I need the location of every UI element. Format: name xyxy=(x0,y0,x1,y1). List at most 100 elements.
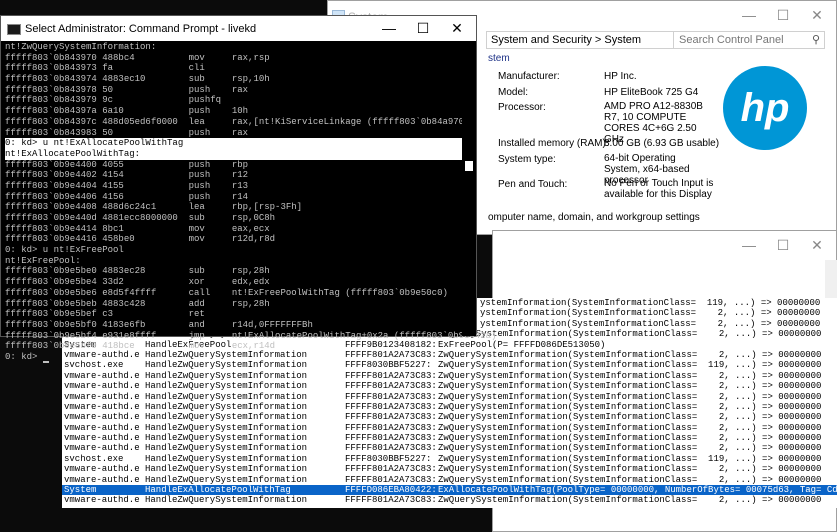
minimize-button[interactable]: — xyxy=(372,16,406,41)
address-cell: FFFFF801A2A73C83: xyxy=(345,412,437,423)
spec-value: No Pen or Touch Input is available for t… xyxy=(604,178,714,200)
call-cell: ZwQuerySystemInformation(SystemInformati… xyxy=(438,412,822,423)
address-cell: FFFFF801A2A73C83: xyxy=(345,443,437,454)
console-cursor xyxy=(42,360,49,363)
settings-heading: omputer name, domain, and workgroup sett… xyxy=(488,212,700,223)
address-cell: FFFFD086EBA80422: xyxy=(345,485,437,496)
table-row[interactable]: vmware-authd.e HandleZwQuerySystemInforma… xyxy=(62,443,837,453)
call-cell: ystemInformation(SystemInformationClass=… xyxy=(480,308,821,319)
process-cell: vmware-authd.e xyxy=(64,391,140,402)
handler-cell: HandleZwQuerySystemInformation xyxy=(145,464,308,475)
call-cell: ZwQuerySystemInformation(SystemInformati… xyxy=(438,401,822,412)
maximize-button[interactable]: ☐ xyxy=(766,1,800,29)
handler-cell: HandleZwQuerySystemInformation xyxy=(145,401,308,412)
close-button[interactable]: ✕ xyxy=(440,16,474,41)
call-cell: ZwQuerySystemInformation(SystemInformati… xyxy=(438,381,822,392)
cmd-window-icon xyxy=(7,24,21,35)
process-cell: vmware-authd.e xyxy=(64,370,140,381)
address-cell: FFFFF801A2A73C83: xyxy=(345,370,437,381)
address-cell: FFFFF801A2A73C83: xyxy=(345,381,437,392)
call-cell: ZwQuerySystemInformation(SystemInformati… xyxy=(438,349,822,360)
watermark-build: Evaluation copy. Build 17713.rs5_release… xyxy=(608,520,830,530)
table-row[interactable]: vmware-authd.e HandleZwQuerySystemInforma… xyxy=(62,433,837,443)
console-line: nt!ZwQuerySystemInformation: xyxy=(5,42,157,52)
address-cell: FFFFF801A2A73C83: xyxy=(345,474,437,485)
table-row[interactable]: vmware-authd.e HandleZwQuerySystemInforma… xyxy=(62,495,837,505)
handler-cell: HandleZwQuerySystemInformation xyxy=(145,453,308,464)
process-cell: System xyxy=(64,485,97,496)
watermark-edition: Windows 10 Pro xyxy=(756,507,829,518)
cmd-window: Select Administrator: Command Prompt - l… xyxy=(0,15,496,363)
console-line: 0: kd> u nt!ExFreePool xyxy=(5,245,124,256)
address-cell: FFFFF801A2A73C83: xyxy=(345,433,437,444)
call-cell: ZwQuerySystemInformation(SystemInformati… xyxy=(438,370,822,381)
console-line: fffff803`0b84397c 488d05ed6f0000 lea rax… xyxy=(5,116,475,127)
call-cell: ZwQuerySystemInformation(SystemInformati… xyxy=(438,443,822,454)
handler-cell: HandleZwQuerySystemInformation xyxy=(145,474,308,485)
close-button[interactable]: ✕ xyxy=(800,1,834,29)
console-line: fffff803`0b9e4400 4055 push rbp xyxy=(5,159,249,170)
process-cell: vmware-authd.e xyxy=(64,474,140,485)
handler-cell: HandleZwQuerySystemInformation xyxy=(145,381,308,392)
process-cell: vmware-authd.e xyxy=(64,401,140,412)
call-cell: ZwQuerySystemInformation(SystemInformati… xyxy=(438,391,822,402)
address-cell: FFFFF801A2A73C83: xyxy=(345,422,437,433)
call-cell: ZwQuerySystemInformation(SystemInformati… xyxy=(438,422,822,433)
address-cell: FFFFF801A2A73C83: xyxy=(345,391,437,402)
table-row[interactable]: vmware-authd.e HandleZwQuerySystemInforma… xyxy=(62,412,837,422)
cmd-window-title: Select Administrator: Command Prompt - l… xyxy=(25,23,257,35)
console-output[interactable]: nt!ZwQuerySystemInformation: fffff803`0b8… xyxy=(5,42,497,363)
console-line: nt!ExAllocatePoolWithTag: xyxy=(5,148,465,160)
spec-value: 8.00 GB (6.93 GB usable) xyxy=(604,138,720,149)
console-line: fffff803`0b9e5bef c3 ret xyxy=(5,309,205,320)
console-line: fffff803`0b843983 50 push rax xyxy=(5,127,249,138)
process-cell: svchost.exe xyxy=(64,453,124,464)
console-scrollbar[interactable] xyxy=(462,41,476,336)
handler-cell: HandleZwQuerySystemInformation xyxy=(145,370,308,381)
handler-cell: HandleZwQuerySystemInformation xyxy=(145,391,308,402)
call-cell: ExAllocatePoolWithTag(PoolType= 00000000… xyxy=(438,485,837,496)
call-cell: ZwQuerySystemInformation(SystemInformati… xyxy=(438,464,822,475)
call-cell: ZwQuerySystemInformation(SystemInformati… xyxy=(438,433,822,444)
console-line: fffff803`0b9e5beb 4883c428 add rsp,28h xyxy=(5,298,270,309)
table-row[interactable]: vmware-authd.e HandleZwQuerySystemInforma… xyxy=(62,423,837,433)
handler-cell: HandleZwQuerySystemInformation xyxy=(145,433,308,444)
process-cell: vmware-authd.e xyxy=(64,495,140,506)
maximize-button[interactable]: ☐ xyxy=(406,16,440,41)
table-row[interactable]: System HandleExAllocatePoolWithTag FFFFD08… xyxy=(62,485,837,496)
section-heading: stem xyxy=(488,53,510,64)
table-row[interactable]: vmware-authd.e HandleZwQuerySystemInforma… xyxy=(62,475,837,485)
spec-label: Installed memory (RAM): xyxy=(498,138,609,149)
maximize-button[interactable]: ☐ xyxy=(766,231,800,259)
console-line: fffff803`0b9e5bf4 e931e8ffff jmp nt!ExAl… xyxy=(5,330,497,341)
table-row[interactable]: vmware-authd.e HandleZwQuerySystemInforma… xyxy=(62,381,837,391)
search-input[interactable]: Search Control Panel ⚲ xyxy=(673,31,825,49)
search-icon[interactable]: ⚲ xyxy=(812,32,820,48)
handler-cell: HandleExAllocatePoolWithTag xyxy=(145,485,291,496)
process-cell: vmware-authd.e xyxy=(64,412,140,423)
scrollbar-thumb[interactable] xyxy=(465,161,473,171)
close-button[interactable]: ✕ xyxy=(800,231,834,259)
console-line: fffff803`0b9e5be0 4883ec28 sub rsp,28h xyxy=(5,266,270,277)
table-row[interactable]: svchost.exe HandleZwQuerySystemInformatio… xyxy=(62,454,837,464)
minimize-button[interactable]: — xyxy=(732,231,766,259)
console-line: fffff803`0b9e5be6 e8d5f4ffff call nt!ExF… xyxy=(5,287,448,298)
table-row[interactable]: vmware-authd.e HandleZwQuerySystemInforma… xyxy=(62,464,837,474)
console-line: fffff803`0b9e4406 4156 push r14 xyxy=(5,191,249,202)
spec-label: Model: xyxy=(498,87,529,98)
console-line: 0: kd> xyxy=(5,352,465,363)
console-line: fffff803`0b843973 fa cli xyxy=(5,63,205,74)
spec-label: Pen and Touch: xyxy=(498,179,568,190)
table-row[interactable]: vmware-authd.e HandleZwQuerySystemInforma… xyxy=(62,371,837,381)
console-line: fffff803`0b843978 50 push rax xyxy=(5,84,249,95)
address-cell: FFFFF801A2A73C83: xyxy=(345,464,437,475)
table-row[interactable]: vmware-authd.e HandleZwQuerySystemInforma… xyxy=(62,402,837,412)
console-line: fffff803`0b9e4404 4155 push r13 xyxy=(5,180,249,191)
console-line: fffff803`0b843974 4883ec10 sub rsp,10h xyxy=(5,74,270,85)
table-row[interactable]: vmware-authd.e HandleZwQuerySystemInforma… xyxy=(62,392,837,402)
minimize-button[interactable]: — xyxy=(732,1,766,29)
cmd-titlebar: Select Administrator: Command Prompt - l… xyxy=(1,16,476,41)
console-line: nt!ExFreePool: xyxy=(5,255,81,266)
console-line: fffff803`0b843970 488bc4 mov rax,rsp xyxy=(5,52,270,63)
address-cell: FFFFF801A2A73C83: xyxy=(345,495,437,506)
